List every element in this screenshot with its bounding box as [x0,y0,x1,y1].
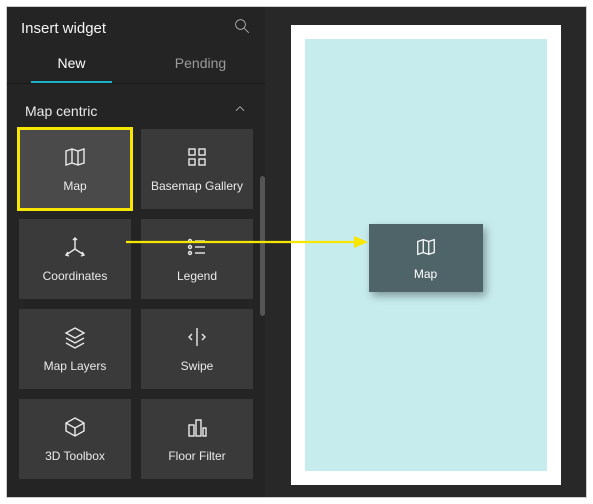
widget-tile-basemap-gallery[interactable]: Basemap Gallery [141,129,253,209]
widget-label: Floor Filter [162,450,231,464]
section-title: Map centric [25,103,97,119]
app-frame: Insert widget New Pending Map centric [6,6,587,498]
widget-tile-floor-filter[interactable]: Floor Filter [141,399,253,479]
panel-title: Insert widget [21,20,106,37]
map-icon [415,236,437,261]
widget-tile-coordinates[interactable]: Coordinates [19,219,131,299]
widget-label: Map [57,180,92,194]
widget-grid: Map Basemap Gallery Coordinates [19,129,253,489]
scrollbar-thumb[interactable] [260,176,265,316]
page-content-area[interactable]: Map [305,39,547,471]
widget-tile-map[interactable]: Map [19,129,131,209]
widget-tile-3d-toolbox[interactable]: 3D Toolbox [19,399,131,479]
widget-label: Map Layers [38,360,113,374]
cube-icon [63,415,87,442]
widget-label: Swipe [175,360,220,374]
design-canvas[interactable]: Map [265,7,586,497]
page-frame[interactable]: Map [291,25,561,485]
tab-pending[interactable]: Pending [136,45,265,83]
drag-ghost-map[interactable]: Map [369,224,483,292]
chevron-up-icon [233,102,247,119]
panel-body: Map centric Map Basemap Gallery [7,84,265,497]
drag-ghost-label: Map [414,267,437,281]
widget-label: Basemap Gallery [145,180,249,194]
widget-tile-swipe[interactable]: Swipe [141,309,253,389]
insert-widget-panel: Insert widget New Pending Map centric [7,7,265,497]
tab-new[interactable]: New [7,45,136,83]
buildings-icon [185,415,209,442]
widget-label: Coordinates [37,270,114,284]
axes-icon [63,235,87,262]
widget-tile-map-layers[interactable]: Map Layers [19,309,131,389]
widget-label: 3D Toolbox [39,450,111,464]
layers-icon [63,325,87,352]
panel-header: Insert widget [7,7,265,45]
section-header-map-centric[interactable]: Map centric [19,84,253,129]
search-icon[interactable] [233,17,251,39]
grid-icon [185,145,209,172]
map-icon [63,145,87,172]
panel-tabs: New Pending [7,45,265,84]
widget-label: Legend [171,270,223,284]
widget-tile-legend[interactable]: Legend [141,219,253,299]
swipe-icon [185,325,209,352]
list-icon [185,235,209,262]
